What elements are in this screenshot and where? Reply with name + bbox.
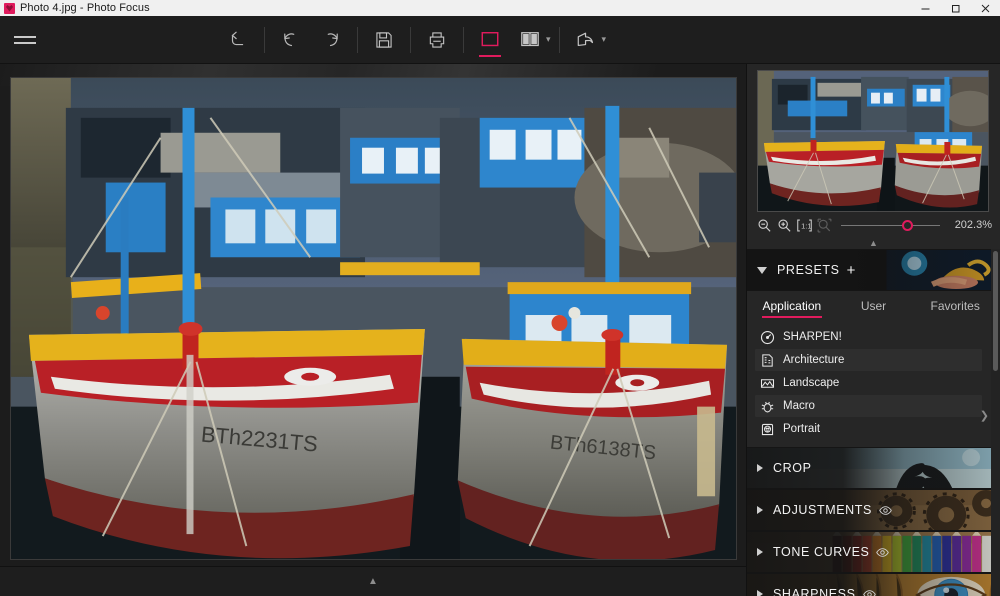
tone-curves-toggle-triangle-closed-icon[interactable] xyxy=(757,548,763,556)
app-logo-icon xyxy=(4,2,15,14)
preset-item-sharpen[interactable]: SHARPEN! xyxy=(755,326,982,348)
undo-button[interactable] xyxy=(271,16,311,64)
section-header-sharpness[interactable]: SHARPNESS xyxy=(747,573,1000,596)
single-view-button[interactable] xyxy=(470,16,510,64)
tab-favorites[interactable]: Favorites xyxy=(914,291,996,321)
crop-label: CROP xyxy=(773,461,812,475)
workspace: BTh2231TS BTh6138TS ▲ 1:1 202.3% ▲ PRESE… xyxy=(0,64,1000,596)
split-view-button[interactable] xyxy=(510,16,550,64)
share-button[interactable] xyxy=(566,16,606,64)
zoom-out-magnifier-icon[interactable] xyxy=(756,217,773,234)
adjustments-eye-icon[interactable] xyxy=(879,505,892,516)
preset-label: Landscape xyxy=(783,377,840,389)
photo-artwork: BTh2231TS BTh6138TS xyxy=(11,78,736,559)
presets-toggle-triangle-open-icon[interactable] xyxy=(757,266,767,274)
preset-item-architecture[interactable]: Architecture xyxy=(755,349,982,371)
fit-to-screen-icon[interactable] xyxy=(816,217,833,234)
print-button[interactable] xyxy=(417,16,457,64)
photo-preview[interactable]: BTh2231TS BTh6138TS xyxy=(10,77,737,560)
one-to-one-icon[interactable]: 1:1 xyxy=(796,217,813,234)
tab-application-label: Application xyxy=(762,299,822,313)
revert-button[interactable] xyxy=(218,16,258,64)
navigator-artwork xyxy=(758,71,988,211)
insect-icon xyxy=(759,398,775,414)
section-header-tone-curves[interactable]: TONE CURVES xyxy=(747,531,1000,573)
right-panel: 1:1 202.3% ▲ PRESETS + Application User … xyxy=(746,64,1000,596)
toolbar-tools: ▾ ▾ xyxy=(218,16,608,64)
presets-body: Application User Favorites SHARPEN! Arch… xyxy=(747,291,1000,447)
canvas-status-bar: ▲ xyxy=(0,566,746,596)
toolbar-divider xyxy=(357,26,358,53)
sharpness-label: SHARPNESS xyxy=(773,587,856,596)
photo-focus-window: Photo 4.jpg - Photo Focus ▾ ▾ BTh2231TS … xyxy=(0,0,1000,596)
save-button[interactable] xyxy=(364,16,404,64)
tone-curves-label: TONE CURVES xyxy=(773,545,870,559)
preset-label: SHARPEN! xyxy=(783,331,842,343)
toolbar-divider xyxy=(410,26,411,53)
tab-user[interactable]: User xyxy=(833,291,915,321)
svg-text:1:1: 1:1 xyxy=(801,221,811,230)
section-header-crop[interactable]: CROP xyxy=(747,447,1000,489)
sharpness-eye-icon[interactable] xyxy=(862,589,876,596)
window-title: Photo 4.jpg - Photo Focus xyxy=(20,2,150,14)
preset-label: Portrait xyxy=(783,423,821,435)
mountains-icon xyxy=(759,375,775,391)
navigator-thumbnail[interactable] xyxy=(757,70,989,212)
navigator xyxy=(747,64,1000,212)
building-icon xyxy=(759,352,775,368)
tab-application[interactable]: Application xyxy=(751,291,833,321)
zoom-slider-track xyxy=(841,224,940,226)
toolbar-divider xyxy=(463,26,464,53)
zoom-level-value: 202.3% xyxy=(954,219,992,231)
window-controls xyxy=(910,0,1000,16)
adjustments-toggle-triangle-closed-icon[interactable] xyxy=(757,506,763,514)
preset-label: Architecture xyxy=(783,354,845,366)
preset-label: Macro xyxy=(783,400,815,412)
panel-scrollbar-thumb[interactable] xyxy=(993,251,998,371)
adjustments-label: ADJUSTMENTS xyxy=(773,503,872,517)
navigator-collapse-row: ▲ xyxy=(747,238,1000,249)
zoom-slider[interactable] xyxy=(841,217,940,233)
status-chevron-up-icon[interactable]: ▲ xyxy=(368,576,378,587)
panel-scrollbar[interactable] xyxy=(991,249,1000,596)
preset-item-portrait[interactable]: Portrait xyxy=(755,418,982,440)
crop-toggle-triangle-closed-icon[interactable] xyxy=(757,464,763,472)
maximize-button[interactable] xyxy=(940,0,970,16)
presets-label: PRESETS xyxy=(777,263,840,277)
navigator-chevron-up-icon[interactable]: ▲ xyxy=(869,239,878,248)
preset-list: SHARPEN! Architecture Landscape Macro Po… xyxy=(747,321,1000,447)
presets-tabs: Application User Favorites xyxy=(747,291,1000,321)
toolbar-divider xyxy=(264,26,265,53)
hamburger-menu-icon[interactable] xyxy=(2,16,48,64)
main-toolbar: ▾ ▾ xyxy=(0,16,1000,64)
section-header-adjustments[interactable]: ADJUSTMENTS xyxy=(747,489,1000,531)
zoom-controls: 1:1 202.3% xyxy=(747,212,1000,238)
panel-sections: PRESETS + Application User Favorites SHA… xyxy=(747,249,1000,596)
section-header-presets[interactable]: PRESETS + xyxy=(747,249,1000,291)
toolbar-divider xyxy=(558,26,560,53)
redo-button[interactable] xyxy=(311,16,351,64)
sharpness-toggle-triangle-closed-icon[interactable] xyxy=(757,590,763,596)
presets-overflow-chevron-right-icon[interactable]: ❯ xyxy=(980,409,989,422)
tab-user-label: User xyxy=(860,299,887,313)
title-bar: Photo 4.jpg - Photo Focus xyxy=(0,0,1000,16)
face-portrait-icon xyxy=(759,421,775,437)
zoom-slider-handle[interactable] xyxy=(902,219,914,231)
zoom-in-magnifier-icon[interactable] xyxy=(776,217,793,234)
tab-favorites-label: Favorites xyxy=(930,299,980,313)
preset-item-macro[interactable]: Macro xyxy=(755,395,982,417)
image-canvas[interactable]: BTh2231TS BTh6138TS ▲ xyxy=(0,64,746,596)
preset-item-landscape[interactable]: Landscape xyxy=(755,372,982,394)
tone-curves-eye-icon[interactable] xyxy=(876,547,890,558)
minimize-button[interactable] xyxy=(910,0,940,16)
speedometer-icon xyxy=(759,329,775,345)
presets-add-plus-icon[interactable]: + xyxy=(847,263,856,278)
close-button[interactable] xyxy=(970,0,1000,16)
